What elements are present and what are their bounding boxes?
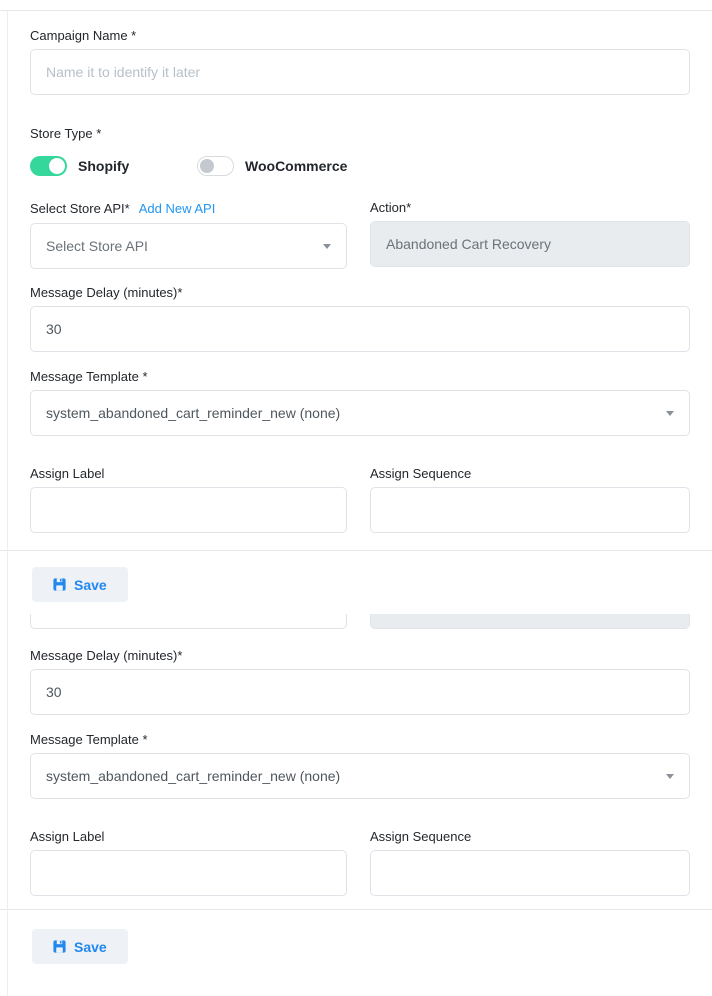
store-type-label: Store Type * xyxy=(30,127,690,141)
assign-sequence-label: Assign Sequence xyxy=(370,830,690,844)
woocommerce-toggle-group: WooCommerce xyxy=(197,156,347,176)
message-template-field: Message Template * system_abandoned_cart… xyxy=(30,370,690,436)
assign-label-label: Assign Label xyxy=(30,830,347,844)
assign-sequence-column: Assign Sequence xyxy=(370,467,690,533)
store-api-selected-value: Select Store API xyxy=(46,238,148,254)
shopify-toggle[interactable] xyxy=(30,156,67,176)
message-template-label: Message Template * xyxy=(30,733,690,747)
campaign-name-field: Campaign Name * xyxy=(30,29,690,95)
assign-row: Assign Label Assign Sequence xyxy=(30,830,690,896)
store-api-label-row: Select Store API* Add New API xyxy=(30,201,347,216)
form-2-footer: Save xyxy=(0,910,712,980)
message-delay-input[interactable] xyxy=(30,306,690,352)
action-field-truncated xyxy=(370,614,690,629)
message-delay-input[interactable] xyxy=(30,669,690,715)
chevron-down-icon xyxy=(323,244,331,249)
save-icon xyxy=(53,578,66,591)
save-button[interactable]: Save xyxy=(32,567,128,602)
assign-label-column: Assign Label xyxy=(30,467,347,533)
save-button-label: Save xyxy=(74,939,107,955)
truncated-fields-row xyxy=(0,614,712,629)
assign-sequence-column: Assign Sequence xyxy=(370,830,690,896)
assign-row: Assign Label Assign Sequence xyxy=(30,467,690,533)
action-label: Action* xyxy=(370,201,690,215)
add-new-api-link[interactable]: Add New API xyxy=(139,201,216,216)
assign-label-input[interactable] xyxy=(30,850,347,896)
store-type-toggles: Shopify WooCommerce xyxy=(30,156,690,176)
chevron-down-icon xyxy=(666,411,674,416)
woocommerce-toggle[interactable] xyxy=(197,156,234,176)
store-type-field: Store Type * Shopify WooCommerce xyxy=(30,127,690,176)
campaign-settings-page: Campaign Name * Store Type * Shopify Woo… xyxy=(0,10,712,980)
assign-label-input[interactable] xyxy=(30,487,347,533)
action-column: Action* xyxy=(370,201,690,269)
message-template-selected-value: system_abandoned_cart_reminder_new (none… xyxy=(46,768,340,784)
toggle-knob xyxy=(49,158,65,174)
store-api-label: Select Store API* xyxy=(30,202,130,216)
message-delay-field: Message Delay (minutes)* xyxy=(30,649,690,715)
save-button[interactable]: Save xyxy=(32,929,128,964)
toggle-knob xyxy=(200,159,214,173)
message-delay-label: Message Delay (minutes)* xyxy=(30,649,690,663)
message-delay-field: Message Delay (minutes)* xyxy=(30,286,690,352)
store-api-select-truncated[interactable] xyxy=(30,614,347,629)
assign-sequence-input[interactable] xyxy=(370,850,690,896)
form-1-footer: Save xyxy=(0,551,712,602)
assign-sequence-label: Assign Sequence xyxy=(370,467,690,481)
campaign-form-1: Campaign Name * Store Type * Shopify Woo… xyxy=(0,11,712,550)
campaign-name-input[interactable] xyxy=(30,49,690,95)
assign-sequence-input[interactable] xyxy=(370,487,690,533)
message-template-label: Message Template * xyxy=(30,370,690,384)
assign-label-label: Assign Label xyxy=(30,467,347,481)
woocommerce-toggle-label: WooCommerce xyxy=(245,158,347,174)
message-template-select[interactable]: system_abandoned_cart_reminder_new (none… xyxy=(30,753,690,799)
message-template-field: Message Template * system_abandoned_cart… xyxy=(30,733,690,799)
assign-label-column: Assign Label xyxy=(30,830,347,896)
store-api-action-row: Select Store API* Add New API Select Sto… xyxy=(30,201,690,269)
shopify-toggle-group: Shopify xyxy=(30,156,197,176)
chevron-down-icon xyxy=(666,774,674,779)
message-template-select[interactable]: system_abandoned_cart_reminder_new (none… xyxy=(30,390,690,436)
save-button-label: Save xyxy=(74,577,107,593)
shopify-toggle-label: Shopify xyxy=(78,158,129,174)
save-icon xyxy=(53,940,66,953)
message-delay-label: Message Delay (minutes)* xyxy=(30,286,690,300)
message-template-selected-value: system_abandoned_cart_reminder_new (none… xyxy=(46,405,340,421)
campaign-name-label: Campaign Name * xyxy=(30,29,690,43)
campaign-form-2: Message Delay (minutes)* Message Templat… xyxy=(0,629,712,909)
store-api-select[interactable]: Select Store API xyxy=(30,223,347,269)
action-input xyxy=(370,221,690,267)
card-left-border xyxy=(7,10,8,996)
store-api-column: Select Store API* Add New API Select Sto… xyxy=(30,201,347,269)
